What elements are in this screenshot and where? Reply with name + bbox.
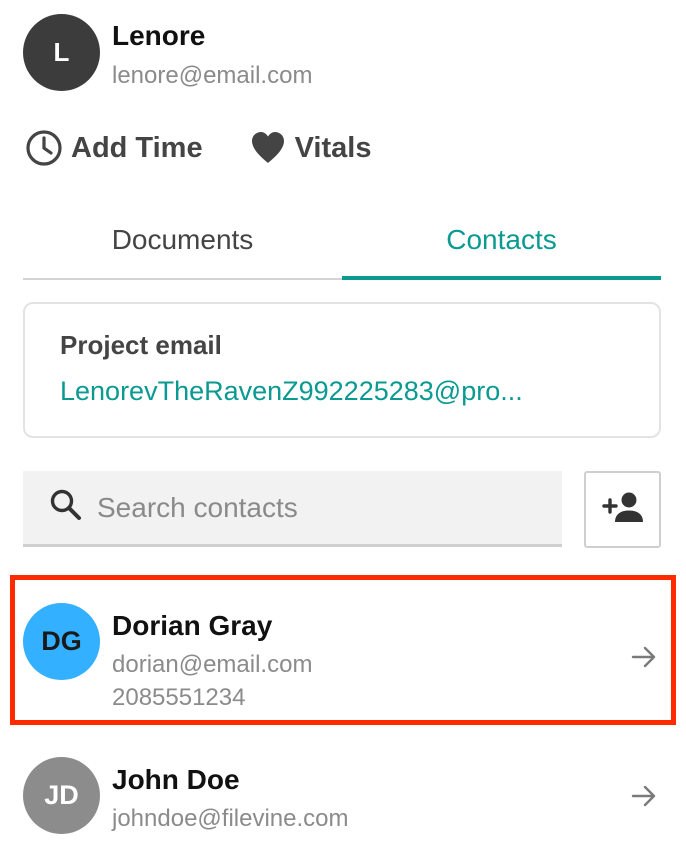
add-contact-button[interactable] xyxy=(584,471,661,548)
tab-bar: Documents Contacts xyxy=(23,210,661,280)
contact-email: dorian@email.com xyxy=(112,651,313,678)
search-box xyxy=(23,471,562,547)
add-time-button[interactable]: Add Time xyxy=(25,129,203,167)
contact-item-john-doe[interactable]: JD John Doe johndoe@filevine.com xyxy=(23,757,663,837)
search-input[interactable] xyxy=(97,491,537,524)
clock-icon xyxy=(25,129,63,167)
add-time-label: Add Time xyxy=(71,131,203,164)
contact-item-dorian-gray[interactable]: DG Dorian Gray dorian@email.com 20855512… xyxy=(23,603,663,713)
add-person-icon xyxy=(601,490,645,529)
contact-avatar: DG xyxy=(23,603,100,680)
vitals-button[interactable]: Vitals xyxy=(249,130,372,166)
vitals-label: Vitals xyxy=(294,131,372,164)
project-email-title: Project email xyxy=(60,330,222,360)
heart-icon xyxy=(249,130,287,166)
contact-avatar: JD xyxy=(23,757,100,834)
user-header: L Lenore lenore@email.com xyxy=(23,14,663,92)
contact-name: Dorian Gray xyxy=(112,610,273,641)
search-icon xyxy=(23,488,83,527)
tab-documents[interactable]: Documents xyxy=(23,210,342,278)
user-name: Lenore xyxy=(112,20,206,51)
arrow-right-icon xyxy=(631,645,657,674)
action-bar: Add Time Vitals xyxy=(25,126,371,170)
project-email-card: Project email LenorevTheRavenZ992225283@… xyxy=(23,302,661,438)
contact-name: John Doe xyxy=(112,764,240,795)
arrow-right-icon xyxy=(631,784,657,813)
user-avatar: L xyxy=(23,14,100,91)
tab-contacts[interactable]: Contacts xyxy=(342,210,661,280)
project-email-link[interactable]: LenorevTheRavenZ992225283@pro... xyxy=(60,376,635,407)
user-email: lenore@email.com xyxy=(112,62,313,89)
contact-email: johndoe@filevine.com xyxy=(112,805,349,832)
contact-phone: 2085551234 xyxy=(112,684,246,711)
